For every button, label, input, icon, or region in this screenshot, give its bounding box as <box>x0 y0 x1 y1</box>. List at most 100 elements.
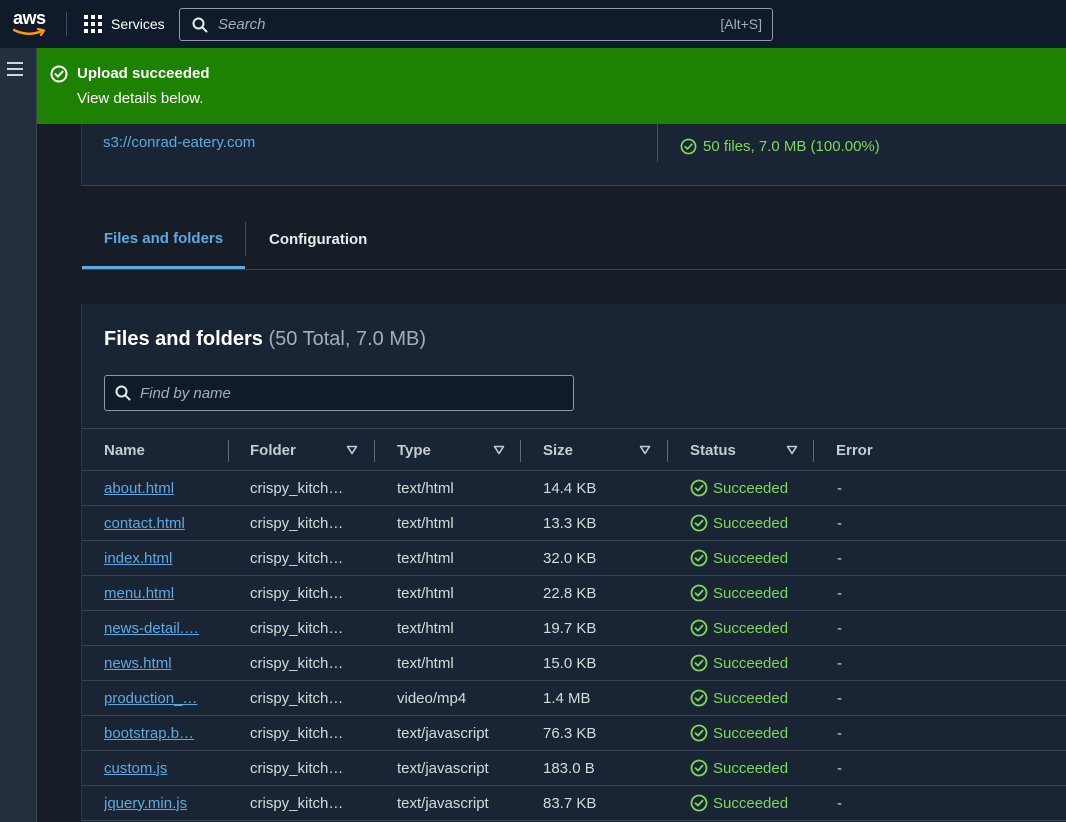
size-cell: 32.0 KB <box>543 549 597 567</box>
type-cell: text/html <box>397 654 454 672</box>
file-name-link[interactable]: menu.html <box>104 585 174 602</box>
status-cell: Succeeded <box>690 611 820 645</box>
tab-configuration[interactable]: Configuration <box>269 210 367 268</box>
grid-icon <box>84 15 102 33</box>
table-row: contact.html crispy_kitch… text/html 13.… <box>82 506 1066 541</box>
column-header-name[interactable]: Name <box>104 429 145 471</box>
column-divider[interactable] <box>374 440 375 462</box>
status-text: Succeeded <box>713 724 789 742</box>
caret-down-icon[interactable] <box>346 445 358 455</box>
file-name-cell: jquery.min.js <box>104 786 224 820</box>
file-name-cell: contact.html <box>104 506 224 540</box>
services-label: Services <box>111 16 165 32</box>
column-header-error[interactable]: Error <box>836 429 873 471</box>
services-menu-button[interactable]: Services <box>84 14 165 34</box>
column-header-folder-label: Folder <box>250 441 296 459</box>
column-header-type[interactable]: Type <box>397 429 431 471</box>
folder-cell: crispy_kitch… <box>250 689 344 707</box>
file-name-link[interactable]: index.html <box>104 550 172 567</box>
caret-down-icon[interactable] <box>786 445 798 455</box>
search-icon <box>115 385 131 401</box>
find-by-name-field[interactable] <box>104 375 574 411</box>
error-cell: - <box>837 549 842 567</box>
check-circle-icon <box>690 514 708 532</box>
aws-logo[interactable]: aws <box>13 8 49 38</box>
status-text: Succeeded <box>713 689 789 707</box>
success-flash-banner: Upload succeeded View details below. <box>37 48 1066 124</box>
table-counter: (50 Total, 7.0 MB) <box>268 328 426 350</box>
size-cell: 13.3 KB <box>543 514 597 532</box>
status-cell: Succeeded <box>690 786 820 820</box>
status-cell: Succeeded <box>690 751 820 785</box>
file-name-link[interactable]: news.html <box>104 655 172 672</box>
file-name-link[interactable]: bootstrap.b… <box>104 725 194 742</box>
file-name-link[interactable]: jquery.min.js <box>104 795 187 812</box>
column-header-size[interactable]: Size <box>543 429 573 471</box>
tab-files-and-folders[interactable]: Files and folders <box>82 210 245 269</box>
file-name-cell: menu.html <box>104 576 224 610</box>
column-divider[interactable] <box>520 440 521 462</box>
check-circle-icon <box>690 654 708 672</box>
file-name-link[interactable]: about.html <box>104 480 174 497</box>
type-cell: text/javascript <box>397 724 489 742</box>
files-table-container: Files and folders (50 Total, 7.0 MB) Nam… <box>81 304 1066 822</box>
search-icon <box>192 17 208 32</box>
folder-cell: crispy_kitch… <box>250 759 344 777</box>
file-name-link[interactable]: news-detail.… <box>104 620 199 637</box>
error-cell: - <box>837 584 842 602</box>
folder-cell: crispy_kitch… <box>250 514 344 532</box>
type-cell: text/html <box>397 549 454 567</box>
column-divider[interactable] <box>228 440 229 462</box>
file-name-link[interactable]: custom.js <box>104 760 167 777</box>
status-cell: Succeeded <box>690 681 820 715</box>
error-cell: - <box>837 759 842 777</box>
type-cell: text/html <box>397 584 454 602</box>
global-search[interactable]: [Alt+S] <box>179 8 773 41</box>
type-cell: text/html <box>397 514 454 532</box>
column-header-status-label: Status <box>690 441 736 459</box>
check-circle-icon <box>690 759 708 777</box>
flash-message: View details below. <box>77 90 204 107</box>
find-by-name-input[interactable] <box>140 384 540 402</box>
nav-divider <box>66 12 67 36</box>
column-header-status[interactable]: Status <box>690 429 736 471</box>
succeeded-summary: 50 files, 7.0 MB (100.00%) <box>680 138 880 155</box>
caret-down-icon[interactable] <box>493 445 505 455</box>
search-hotkey: [Alt+S] <box>720 16 762 32</box>
succeeded-summary-text: 50 files, 7.0 MB (100.00%) <box>703 138 880 155</box>
folder-cell: crispy_kitch… <box>250 549 344 567</box>
type-cell: text/javascript <box>397 794 489 812</box>
hamburger-icon[interactable] <box>7 62 23 76</box>
status-text: Succeeded <box>713 479 789 497</box>
status-cell: Succeeded <box>690 471 820 505</box>
table-row: production_… crispy_kitch… video/mp4 1.4… <box>82 681 1066 716</box>
type-cell: text/javascript <box>397 759 489 777</box>
status-text: Succeeded <box>713 759 789 777</box>
status-cell: Succeeded <box>690 646 820 680</box>
column-divider[interactable] <box>667 440 668 462</box>
destination-link[interactable]: s3://conrad-eatery.com <box>103 134 255 151</box>
aws-logo-text: aws <box>13 8 46 28</box>
size-cell: 76.3 KB <box>543 724 597 742</box>
file-name-cell: news.html <box>104 646 224 680</box>
status-cell: Succeeded <box>690 576 820 610</box>
check-circle-icon <box>690 549 708 567</box>
file-name-cell: custom.js <box>104 751 224 785</box>
caret-down-icon[interactable] <box>639 445 651 455</box>
file-name-link[interactable]: contact.html <box>104 515 185 532</box>
column-header-type-label: Type <box>397 441 431 459</box>
column-divider[interactable] <box>813 440 814 462</box>
table-title: Files and folders <box>104 328 263 350</box>
column-header-folder[interactable]: Folder <box>250 429 296 471</box>
status-cell: Succeeded <box>690 716 820 750</box>
table-row: custom.js crispy_kitch… text/javascript … <box>82 751 1066 786</box>
file-name-link[interactable]: production_… <box>104 690 197 707</box>
file-name-cell: bootstrap.b… <box>104 716 224 750</box>
table-row: jquery.min.js crispy_kitch… text/javascr… <box>82 786 1066 821</box>
type-cell: video/mp4 <box>397 689 467 707</box>
check-circle-icon <box>690 479 708 497</box>
tab-list: Files and folders Configuration <box>82 210 1066 270</box>
status-text: Succeeded <box>713 794 789 812</box>
size-cell: 83.7 KB <box>543 794 597 812</box>
global-search-input[interactable] <box>218 16 698 33</box>
